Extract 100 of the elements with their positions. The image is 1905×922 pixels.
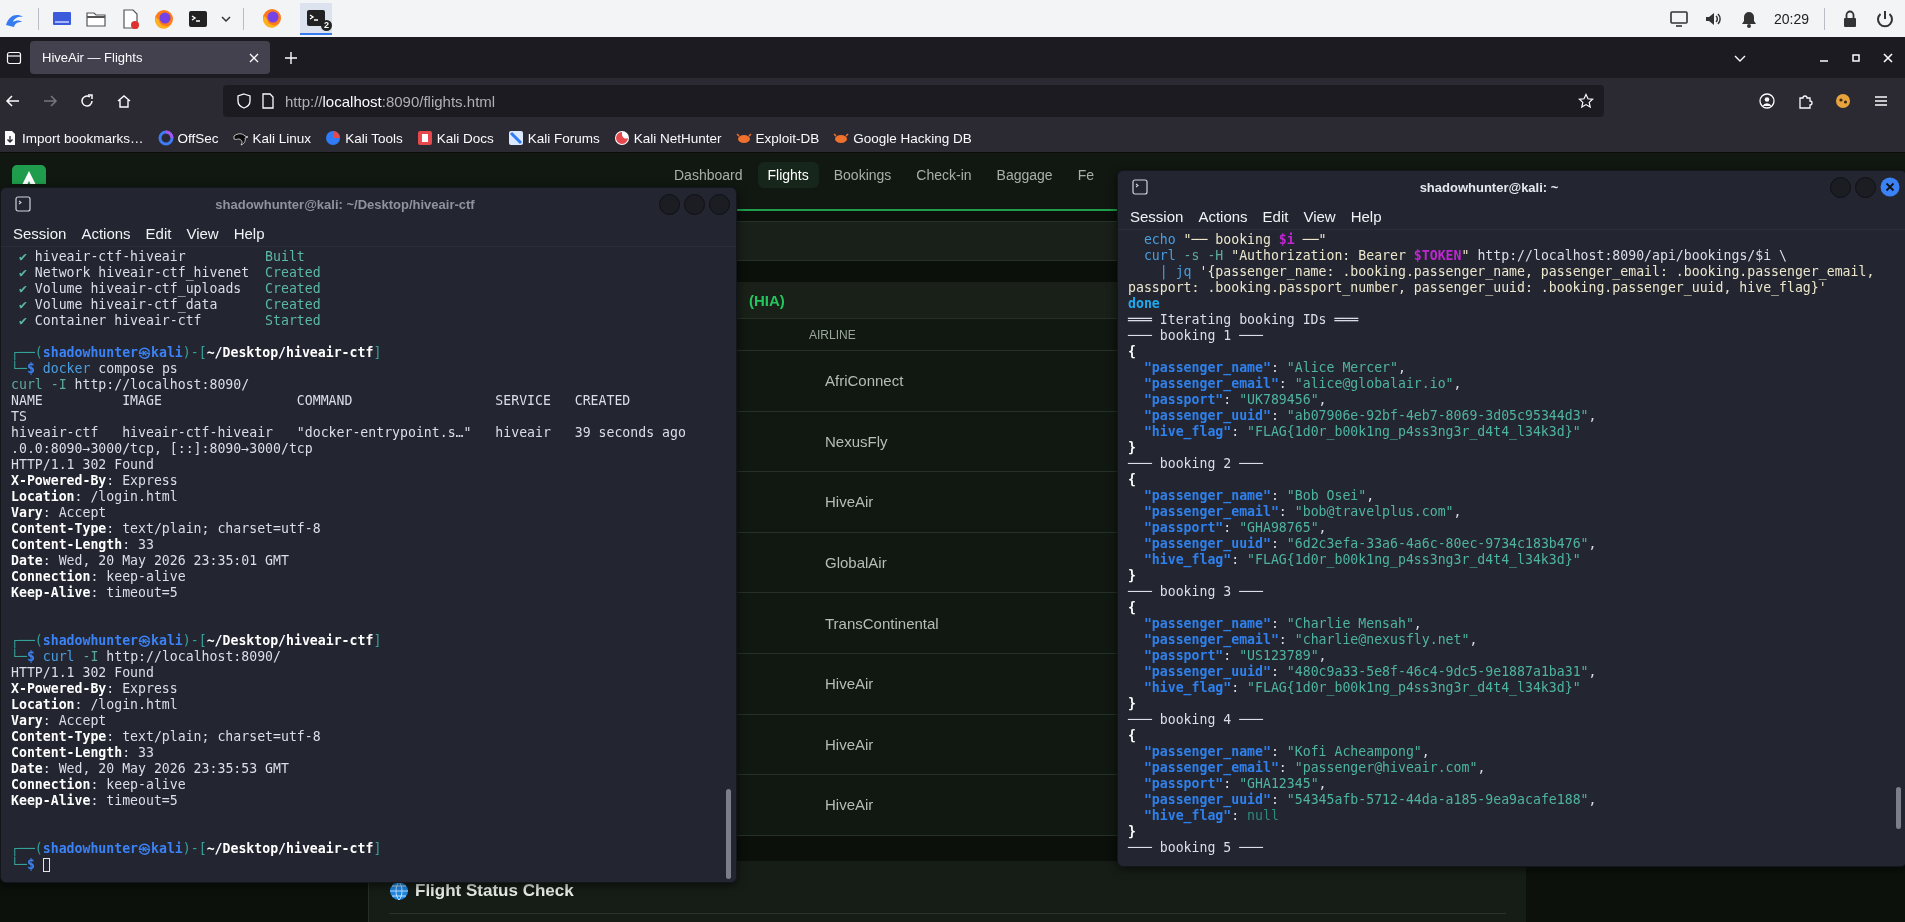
terminal-line: X-Powered-By: Express xyxy=(11,473,178,489)
column-header: AIRLINE xyxy=(809,327,856,342)
terminal-line: curl -I http://localhost:8090/ xyxy=(11,377,250,393)
bookmark[interactable]: Kali Tools xyxy=(325,130,403,146)
close-icon[interactable] xyxy=(248,51,260,64)
terminal-line: "passenger_email": "charlie@nexusfly.net", xyxy=(1142,632,1478,648)
menu-item[interactable]: Actions xyxy=(81,224,131,242)
terminal-line: HTTP/1.1 302 Found xyxy=(11,665,154,681)
bookmark[interactable]: OffSec xyxy=(157,130,219,146)
book-icon xyxy=(416,130,433,146)
terminal-line: ✔ Network hiveair-ctf_hivenet Created xyxy=(17,265,321,281)
extensions-icon[interactable] xyxy=(1797,93,1813,109)
nav-tab[interactable]: Check-in xyxy=(906,162,982,188)
ring-icon xyxy=(157,130,174,146)
home-icon[interactable] xyxy=(116,93,132,109)
table-cell: HiveAir xyxy=(825,675,874,693)
terminal-line: HTTP/1.1 302 Found xyxy=(11,457,154,473)
terminal-line: "passenger_name": "Alice Mercer", xyxy=(1142,360,1406,376)
count-badge: 2 xyxy=(321,19,332,31)
terminal-line: "hive_flag": null xyxy=(1142,808,1279,824)
power-icon[interactable] xyxy=(1875,8,1895,29)
terminal-line: "hive_flag": "FLAG{1d0r_b00k1ng_p4ss3ng3r_d4t4_l34k3d}" xyxy=(1142,680,1581,696)
back-icon[interactable] xyxy=(5,93,21,109)
taskbar-button[interactable]: 2 xyxy=(300,2,332,35)
terminal-line: "passenger_email": "bob@travelplus.com", xyxy=(1142,504,1462,520)
scrollbar-thumb[interactable] xyxy=(1896,787,1901,829)
menu-item[interactable]: Edit xyxy=(1262,207,1289,225)
table-cell: GlobalAir xyxy=(825,554,887,572)
menu-item[interactable]: Help xyxy=(1350,207,1382,225)
menu-icon[interactable] xyxy=(1873,93,1889,109)
terminal-line: } xyxy=(1128,696,1136,712)
terminal-icon[interactable] xyxy=(15,196,31,212)
terminal-line: "passenger_uuid": "ab07906e-92bf-4eb7-8069-3d05c95344d3", xyxy=(1142,408,1597,424)
terminal-line: Location: /login.html xyxy=(11,697,178,713)
terminal-line: "passport": "GHA12345", xyxy=(1142,776,1327,792)
terminal-line: passport: .booking.passport_number, passenger_uuid: .booking.passenger_uuid, hive_flag}' xyxy=(1128,280,1827,296)
logo-icon[interactable] xyxy=(12,165,46,184)
section-title: Flight Status Check xyxy=(415,880,574,901)
bookmark[interactable]: Kali Docs xyxy=(416,130,494,146)
maximize-icon[interactable] xyxy=(1851,52,1861,63)
terminal-line: X-Powered-By: Express xyxy=(11,681,178,697)
plus-icon[interactable] xyxy=(284,50,298,65)
terminal-line: "passport": "GHA98765", xyxy=(1142,520,1327,536)
terminal-line: └─$ docker compose ps xyxy=(11,361,178,377)
close-icon[interactable] xyxy=(1883,52,1893,63)
menu-item[interactable]: Edit xyxy=(145,224,172,242)
address-field[interactable]: http://localhost:8090/flights.html xyxy=(223,85,1604,117)
shield-icon[interactable] xyxy=(237,93,251,109)
tab-list-icon[interactable] xyxy=(6,49,22,66)
clock[interactable]: 20:29 xyxy=(1773,10,1809,27)
terminal-line: curl -s -H "Authorization: Bearer $TOKEN" http://localhost:8090/api/bookings/$i \ xyxy=(1142,248,1788,264)
menu-item[interactable]: View xyxy=(1303,207,1336,225)
reload-icon[interactable] xyxy=(79,93,95,109)
bookmark[interactable]: Google Hacking DB xyxy=(833,130,972,146)
menu-item[interactable]: Session xyxy=(13,224,67,242)
terminal-line: "passenger_name": "Bob Osei", xyxy=(1142,488,1375,504)
bookmark[interactable]: Kali NetHunter xyxy=(613,130,722,146)
star-icon[interactable] xyxy=(1578,93,1594,109)
extension-icon[interactable] xyxy=(1835,93,1851,109)
nav-tab[interactable]: Flights xyxy=(757,162,819,188)
terminal-line: Connection: keep-alive xyxy=(11,569,186,585)
nav-tab[interactable]: Dashboard xyxy=(664,162,753,188)
bookmark[interactable]: Kali Forums xyxy=(507,130,600,146)
nav-tab[interactable]: Fe xyxy=(1067,162,1104,188)
table-cell: HiveAir xyxy=(825,796,874,814)
browser-tab[interactable]: HiveAir — Flights xyxy=(30,41,270,74)
terminal-line: ─── booking 4 ─── xyxy=(1128,712,1263,728)
nav-tab[interactable]: Baggage xyxy=(986,162,1063,188)
menu-item[interactable]: View xyxy=(186,224,219,242)
display-icon[interactable] xyxy=(1668,8,1689,29)
terminal-line: Date: Wed, 20 May 2026 23:35:53 GMT xyxy=(11,761,289,777)
menu-item[interactable]: Help xyxy=(233,224,265,242)
browser-icon xyxy=(261,6,283,29)
terminal-line: .0.0:8090→3000/tcp, [::]:8090→3000/tcp xyxy=(11,441,313,457)
bookmark[interactable]: Import bookmarks… xyxy=(2,130,144,146)
terminal-line: "passport": "US123789", xyxy=(1142,648,1327,664)
terminal-line: NAME IMAGE COMMAND SERVICE CREATED xyxy=(11,393,631,409)
bookmark[interactable]: Exploit-DB xyxy=(735,130,820,146)
browser-icon[interactable] xyxy=(153,7,175,30)
terminal-line: done xyxy=(1128,296,1160,312)
nav-tab[interactable]: Bookings xyxy=(823,162,902,188)
terminal-icon[interactable] xyxy=(1132,179,1148,195)
terminal-line: Location: /login.html xyxy=(11,489,178,505)
terminal-line: ┌──(shadowhunter㉿kali)-[~/Desktop/hiveair-ctf] xyxy=(11,841,382,857)
terminal-line: ─── booking 5 ─── xyxy=(1128,840,1263,856)
close-button[interactable] xyxy=(1880,177,1900,197)
table-cell: TransContinental xyxy=(825,614,939,632)
menu-item[interactable]: Actions xyxy=(1198,207,1248,225)
terminal-line: "passenger_uuid": "480c9a33-5e8f-46c4-9dc5-9e1887a1ba31", xyxy=(1142,664,1597,680)
bookmark[interactable]: Kali Linux xyxy=(232,130,312,146)
page-icon[interactable] xyxy=(261,93,275,109)
menu-item[interactable]: Session xyxy=(1130,207,1184,225)
terminal-line: ┌──(shadowhunter㉿kali)-[~/Desktop/hiveair-ctf] xyxy=(11,633,382,649)
terminal-line: hiveair-ctf hiveair-ctf-hiveair "docker-entrypoint.s…" hiveair 39 seconds ago xyxy=(11,425,686,441)
terminal-line: ─── booking 3 ─── xyxy=(1128,584,1263,600)
prompt-line: └─$ xyxy=(11,857,35,873)
table-cell: HiveAir xyxy=(825,735,874,753)
account-icon[interactable] xyxy=(1759,93,1775,109)
scrollbar-thumb[interactable] xyxy=(726,789,731,879)
terminal-line: Vary: Accept xyxy=(11,713,107,729)
